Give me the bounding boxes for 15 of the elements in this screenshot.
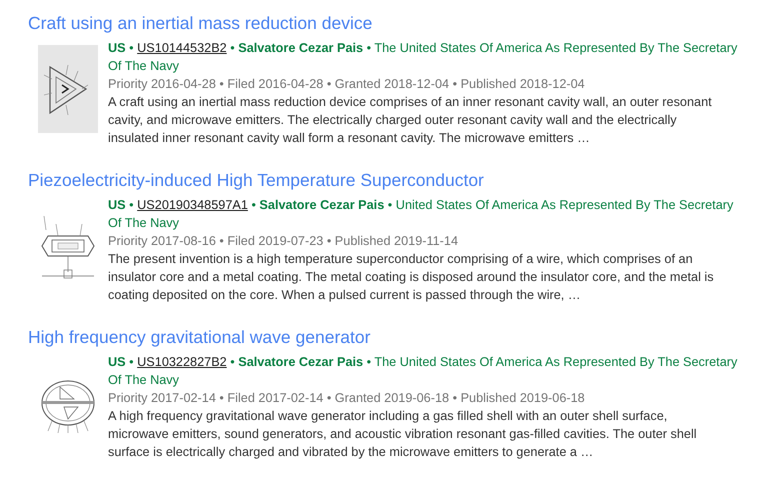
result-title-link[interactable]: Piezoelectricity-induced High Temperature Superconductor xyxy=(28,168,484,192)
patent-dates: Priority 2017-08-16 • Filed 2019-07-23 • Published 2019-11-14 xyxy=(108,233,460,250)
patent-dates: Priority 2016-04-28 • Filed 2016-04-28 • Granted 2018-12-04 • Published 2018-12-04 xyxy=(108,76,586,93)
patent-number-link[interactable]: US20190348597A1 xyxy=(137,198,248,212)
result-title-link[interactable]: High frequency gravitational wave generator xyxy=(28,325,370,349)
patent-number-link[interactable]: US10144532B2 xyxy=(137,41,227,55)
patent-abstract: The present invention is a high temperature superconductor comprising of a wire, which comprises of an insulator core and a metal coating. The metal coating is disposed around the insulator core, and the metal is coating deposited on the core. When a pulsed current is passed through the wire, … xyxy=(108,251,715,304)
patent-number-link[interactable]: US10322827B2 xyxy=(137,355,227,369)
patent-abstract: A craft using an inertial mass reduction device comprises of an inner resonant cavity wall, an outer resonant cavity, and microwave emitters. The electrically charged outer resonant cavity wall and the electrically insulated inner resonant cavity wall form a resonant cavity. The microwave emitters … xyxy=(108,94,713,147)
patent-meta-line: US • US10322827B2 • Salvatore Cezar Pais • The United States Of America As Represented By The Secretary Of The Navy xyxy=(108,354,738,389)
patent-dates: Priority 2017-02-14 • Filed 2017-02-14 • Granted 2019-06-18 • Published 2019-06-18 xyxy=(108,390,586,407)
patent-abstract: A high frequency gravitational wave generator including a gas filled shell with an outer shell surface, microwave emitters, sound generators, and acoustic vibration resonant gas-filled cavities. The outer shell surface is electrically charged and vibrated by the microwave emitters to generate a … xyxy=(108,408,698,461)
result-title-link[interactable]: Craft using an inertial mass reduction device xyxy=(28,11,372,35)
patent-meta-line: US • US20190348597A1 • Salvatore Cezar Pais • United States Of America As Represented By The Secretary Of The Navy xyxy=(108,197,734,232)
patent-meta-line: US • US10144532B2 • Salvatore Cezar Pais • The United States Of America As Represented By The Secretary Of The Navy xyxy=(108,40,738,75)
